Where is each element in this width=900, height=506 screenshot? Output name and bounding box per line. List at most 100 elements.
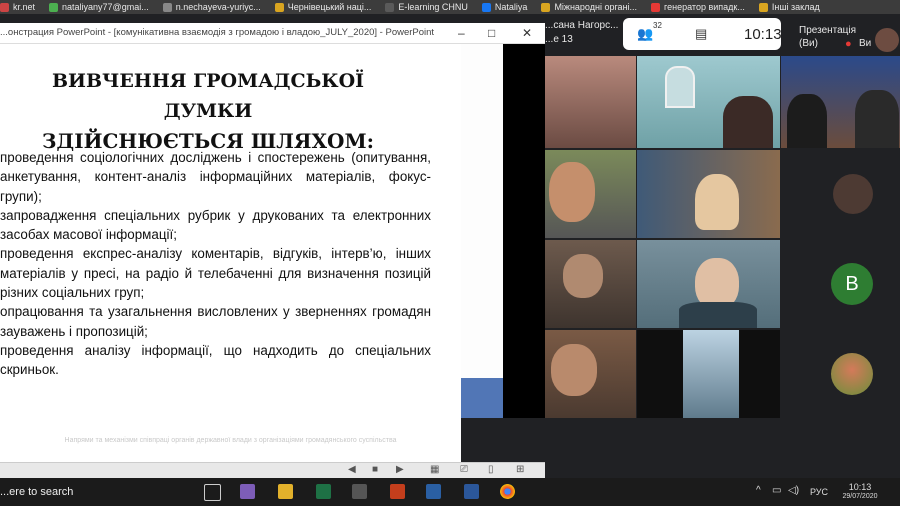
bookmark-label: Nataliya xyxy=(494,2,528,12)
previous-slide-icon[interactable]: ◀ xyxy=(348,464,356,475)
chrome-icon[interactable] xyxy=(500,484,515,499)
bookmark-label: Чернівецький наці... xyxy=(287,2,372,12)
powerpoint-title-bar: ...онстрация PowerPoint - [комунікативна… xyxy=(0,23,545,44)
clock-date[interactable]: 29/07/2020 xyxy=(835,493,885,500)
presenter-name: ...сана Нагорс... xyxy=(545,20,619,31)
participant-tile[interactable] xyxy=(637,240,780,328)
close-button[interactable]: ✕ xyxy=(522,26,532,40)
word-icon[interactable] xyxy=(464,484,479,499)
excel-icon[interactable] xyxy=(316,484,331,499)
bookmark-label: E-learning CHNU xyxy=(398,2,468,12)
participant-avatar xyxy=(833,174,873,214)
bookmark-item[interactable]: kr.net xyxy=(0,2,35,12)
person-shape xyxy=(855,90,899,148)
bookmark-item[interactable]: Nataliya xyxy=(481,2,528,12)
maximize-button[interactable]: □ xyxy=(488,26,495,40)
clock-time[interactable]: 10:13 xyxy=(845,482,875,492)
person-shape xyxy=(787,94,827,148)
participant-tile[interactable] xyxy=(781,150,900,238)
bookmark-favicon-icon xyxy=(274,2,284,12)
people-icon[interactable]: 👥 xyxy=(637,26,653,42)
window-title: ...онстрация PowerPoint - [комунікативна… xyxy=(0,27,435,38)
bookmark-label: Інші заклад xyxy=(771,2,820,12)
meet-bottom-area xyxy=(545,418,900,478)
bookmark-item[interactable]: генератор випадк... xyxy=(651,2,745,12)
bookmark-item[interactable]: Міжнародні органі... xyxy=(541,2,637,12)
slide-bullet: проведення аналізу інформації, що надход… xyxy=(0,342,431,378)
meet-control-bar: 👥 32 ▤ 10:13 xyxy=(623,18,782,50)
you-label: Ви xyxy=(859,38,872,49)
slide-footer: Напрями та механізми співпраці органів д… xyxy=(64,437,397,444)
bookmark-item[interactable]: n.nechayeva-yuriyc... xyxy=(162,2,261,12)
participant-tile[interactable] xyxy=(637,330,780,418)
slide-sorter-icon[interactable]: ⎚ xyxy=(460,464,468,475)
bookmark-favicon-icon xyxy=(385,2,395,12)
chat-icon[interactable]: ▤ xyxy=(695,26,707,42)
participant-avatar-letter: B xyxy=(831,263,873,305)
slide-accent-bar xyxy=(461,378,503,418)
bookmark-favicon-icon xyxy=(758,2,768,12)
paint-icon[interactable] xyxy=(240,484,255,499)
presentation-sub: (Ви) xyxy=(799,38,818,49)
window-shape xyxy=(683,330,739,418)
volume-icon[interactable]: ◁) xyxy=(788,485,799,496)
participant-tile[interactable] xyxy=(781,56,900,148)
presentation-label: Презентація xyxy=(799,25,857,36)
bookmark-label: kr.net xyxy=(13,2,36,12)
bookmark-favicon-icon xyxy=(0,2,9,12)
bookmark-favicon-icon xyxy=(481,2,491,12)
participant-tile[interactable] xyxy=(637,56,780,148)
participant-tile[interactable]: B xyxy=(781,240,900,328)
slide-bullet: проведення соціологічних досліджень і сп… xyxy=(0,150,431,204)
slide-heading-line1: ВИВЧЕННЯ ГРОМАДСЬКОЇ ДУМКИ xyxy=(51,70,365,122)
stop-icon[interactable]: ■ xyxy=(372,464,378,475)
slideshow-icon[interactable]: ⊞ xyxy=(516,464,524,475)
task-view-icon[interactable] xyxy=(204,484,221,501)
participant-tile[interactable] xyxy=(545,56,636,148)
slide-bullet: проведення експрес-аналізу коментарів, в… xyxy=(0,246,431,301)
face-shape xyxy=(551,344,597,396)
file-explorer-icon[interactable] xyxy=(278,484,293,499)
bookmark-label: Міжнародні органі... xyxy=(554,2,638,12)
tray-chevron-icon[interactable]: ^ xyxy=(756,485,761,496)
network-icon[interactable] xyxy=(352,484,367,499)
participants-count: 32 xyxy=(653,21,662,30)
slide-background-black xyxy=(503,44,545,418)
participant-avatar xyxy=(831,353,873,395)
calculator-icon[interactable] xyxy=(426,484,441,499)
participant-tile[interactable] xyxy=(545,150,636,238)
participant-tile[interactable] xyxy=(781,330,900,418)
bookmark-label: генератор випадк... xyxy=(664,2,745,12)
network-tray-icon[interactable]: ▭ xyxy=(772,485,781,496)
slide-bullet: запровадження спеціальних рубрик у друко… xyxy=(0,207,431,243)
next-slide-icon[interactable]: ▶ xyxy=(396,464,404,475)
taskbar-search[interactable]: ...ere to search xyxy=(0,486,73,498)
slide-heading: ВИВЧЕННЯ ГРОМАДСЬКОЇ ДУМКИ ЗДІЙСНЮЄТЬСЯ … xyxy=(32,66,384,156)
participant-tile[interactable] xyxy=(545,330,636,418)
windows-taskbar: ...ere to search ^ ▭ ◁) РУС 10:13 29/07/… xyxy=(0,478,900,506)
bookmark-item[interactable]: nataliyany77@gmai... xyxy=(49,2,149,12)
participant-tile[interactable] xyxy=(637,150,780,238)
grid-view-icon[interactable]: ▦ xyxy=(430,464,439,475)
face-shape xyxy=(563,254,603,298)
mic-off-icon: ● xyxy=(845,38,852,50)
powerpoint-icon[interactable] xyxy=(390,484,405,499)
bookmark-favicon-icon xyxy=(541,2,551,12)
bookmarks-bar: kr.net nataliyany77@gmai... n.nechayeva-yu… xyxy=(0,0,900,14)
bookmark-item[interactable]: E-learning CHNU xyxy=(385,2,468,12)
face-shape xyxy=(695,174,739,230)
minimize-button[interactable]: – xyxy=(458,26,465,40)
bookmark-item[interactable]: Чернівецький наці... xyxy=(274,2,372,12)
language-indicator[interactable]: РУС xyxy=(810,487,828,497)
reading-view-icon[interactable]: ▯ xyxy=(488,464,494,475)
person-shape xyxy=(723,96,773,148)
bookmark-item[interactable]: Інші заклад xyxy=(758,2,820,12)
presenter-sub: ...е 13 xyxy=(545,34,573,45)
participant-tile[interactable] xyxy=(545,240,636,328)
bookmark-label: nataliyany77@gmai... xyxy=(62,2,149,12)
slide-bullet-list: проведення соціологічних досліджень і сп… xyxy=(0,148,431,380)
slide-edge xyxy=(461,44,503,378)
meeting-time: 10:13 xyxy=(744,26,782,43)
body-shape xyxy=(679,302,757,328)
bookmark-label: n.nechayeva-yuriyc... xyxy=(175,2,261,12)
